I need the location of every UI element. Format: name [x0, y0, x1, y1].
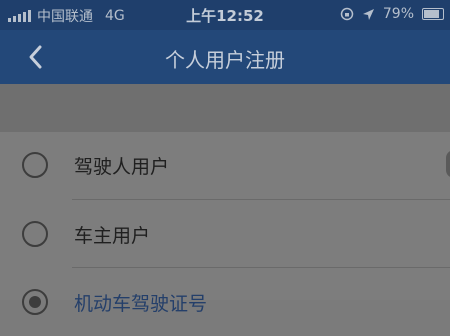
toggle-switch[interactable] — [446, 150, 450, 178]
location-icon — [362, 8, 374, 20]
option-license-number[interactable]: 机动车驾驶证号 — [0, 268, 450, 336]
battery-percent: 79% — [382, 6, 414, 22]
battery-icon — [422, 8, 444, 20]
page-title: 个人用户注册 — [165, 48, 285, 72]
option-label: 驾驶人用户 — [74, 156, 170, 178]
radio-button[interactable] — [22, 152, 48, 178]
option-driver-user[interactable]: 驾驶人用户 — [0, 132, 450, 200]
option-owner-user[interactable]: 车主用户 — [0, 200, 450, 268]
nav-bar: 个人用户注册 — [0, 30, 450, 84]
radio-button-selected[interactable] — [22, 289, 48, 315]
radio-button[interactable] — [22, 221, 48, 247]
option-label: 机动车驾驶证号 — [74, 293, 208, 315]
status-right: 79% — [340, 6, 444, 22]
option-label: 车主用户 — [74, 225, 151, 247]
user-type-list: 驾驶人用户 车主用户 机动车驾驶证号 — [0, 132, 450, 315]
status-bar: 中国联通 4G 上午12:52 79% — [0, 0, 450, 30]
section-spacer — [0, 84, 450, 132]
rotation-lock-icon — [340, 7, 354, 21]
